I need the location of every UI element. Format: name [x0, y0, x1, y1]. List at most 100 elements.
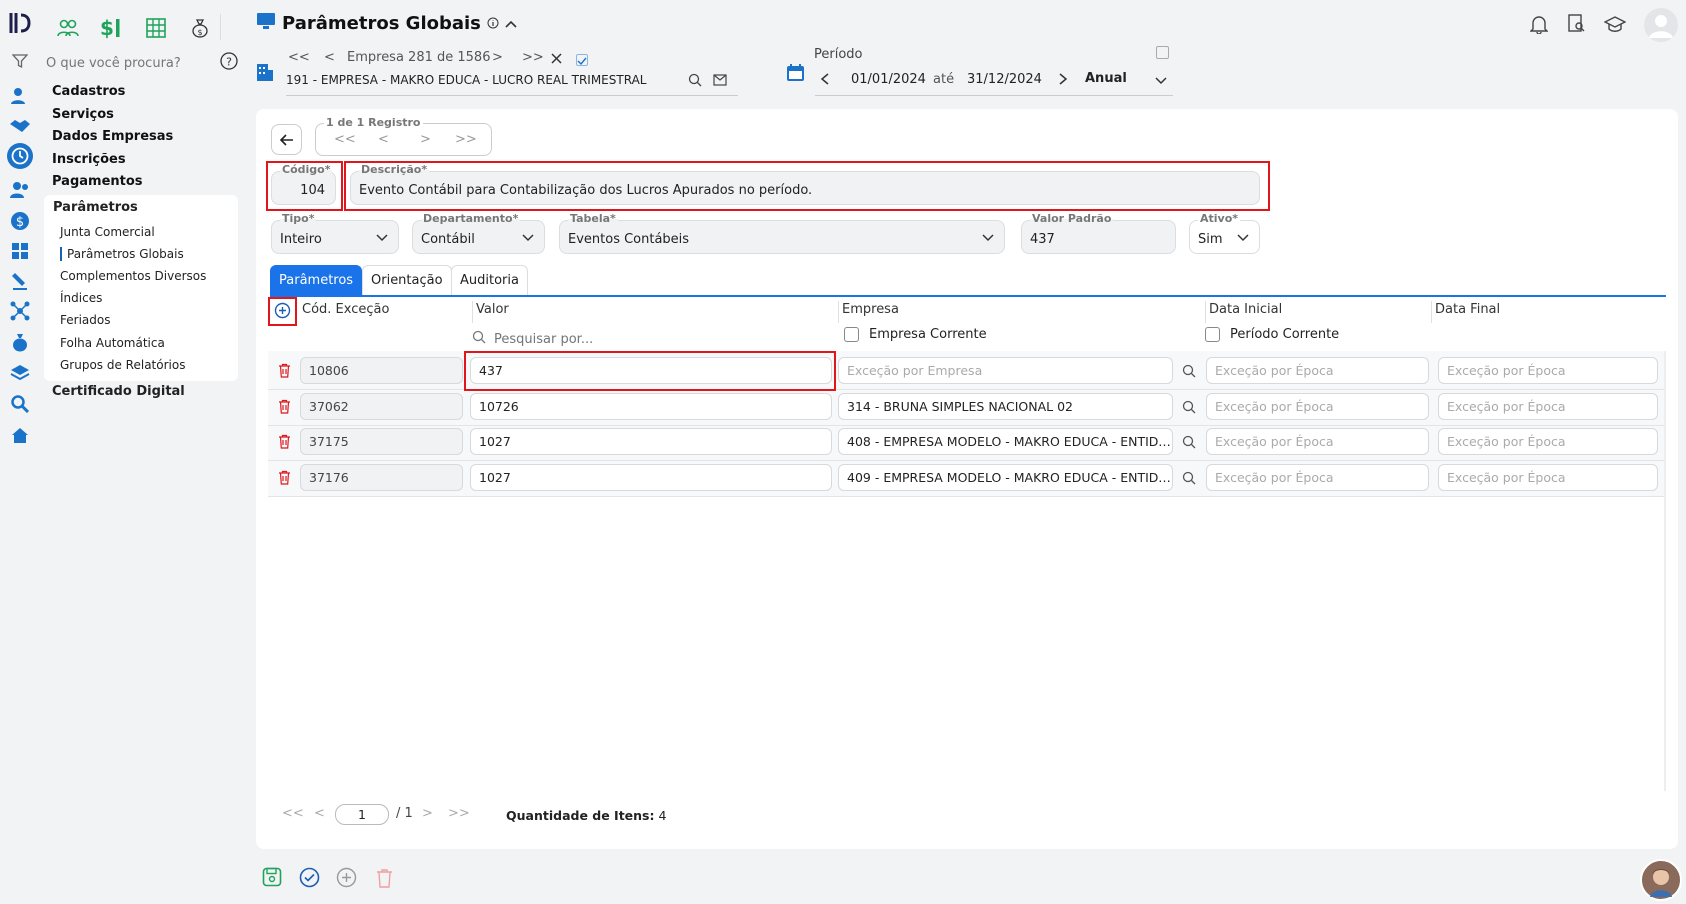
- data-final-cell[interactable]: Exceção por Época: [1438, 428, 1658, 455]
- dollar-icon[interactable]: $: [7, 208, 33, 234]
- delete-row-icon[interactable]: [278, 399, 291, 418]
- dollar-module-icon[interactable]: $: [96, 14, 124, 42]
- people-module-icon[interactable]: [54, 14, 82, 42]
- period-type-select[interactable]: Anual: [1085, 71, 1127, 86]
- periodo-prev-icon[interactable]: [820, 73, 830, 89]
- pager-prev[interactable]: <: [314, 806, 325, 821]
- empresa-search-icon[interactable]: [1182, 471, 1196, 489]
- info-icon[interactable]: [487, 13, 499, 34]
- data-final-cell[interactable]: Exceção por Época: [1438, 393, 1658, 420]
- cod-excecao-cell[interactable]: 37062: [300, 393, 463, 420]
- bell-icon[interactable]: [1529, 14, 1549, 38]
- valor-cell[interactable]: 1027: [470, 464, 832, 491]
- data-inicial-cell[interactable]: Exceção por Época: [1206, 428, 1429, 455]
- submenu-item-complementos-diversos[interactable]: Complementos Diversos: [60, 269, 206, 283]
- back-button[interactable]: [271, 124, 302, 155]
- clock-icon[interactable]: [7, 143, 33, 169]
- tab-auditoria[interactable]: Auditoria: [451, 265, 528, 295]
- submenu-item-indices[interactable]: Índices: [60, 291, 102, 305]
- data-inicial-cell[interactable]: Exceção por Época: [1206, 464, 1429, 491]
- periodo-corrente-option[interactable]: Período Corrente: [1205, 327, 1339, 342]
- periodo-corrente-checkbox[interactable]: [1205, 327, 1220, 342]
- delete-button[interactable]: [376, 868, 393, 892]
- network-icon[interactable]: [7, 298, 33, 324]
- sidebar-search-input[interactable]: [46, 55, 216, 71]
- delete-row-icon[interactable]: [278, 363, 291, 382]
- sidebar-item-servicos[interactable]: Serviços: [52, 104, 242, 127]
- tab-orientacao[interactable]: Orientação: [362, 265, 452, 295]
- people-icon[interactable]: [7, 177, 33, 203]
- scrollbar-track[interactable]: [1664, 351, 1666, 791]
- company-search-icon[interactable]: [688, 73, 702, 91]
- empresa-cell[interactable]: 409 - EMPRESA MODELO - MAKRO EDUCA - ENT…: [838, 464, 1173, 491]
- date-end[interactable]: 31/12/2024: [967, 72, 1042, 87]
- mail-icon[interactable]: [713, 74, 727, 90]
- sidebar-item-pagamentos[interactable]: Pagamentos: [52, 171, 242, 194]
- record-next[interactable]: >: [420, 132, 431, 147]
- handshake-icon[interactable]: [7, 113, 33, 139]
- empresa-cell[interactable]: Exceção por Empresa: [838, 357, 1173, 384]
- nav-first-empresa[interactable]: <<: [288, 50, 310, 65]
- data-inicial-cell[interactable]: Exceção por Época: [1206, 393, 1429, 420]
- graduation-cap-icon[interactable]: [1603, 14, 1627, 38]
- submenu-item-grupos-relatorios[interactable]: Grupos de Relatórios: [60, 358, 185, 372]
- help-icon[interactable]: ?: [220, 52, 238, 74]
- nav-last-empresa[interactable]: >>: [522, 50, 544, 65]
- data-final-cell[interactable]: Exceção por Época: [1438, 464, 1658, 491]
- submenu-item-folha-automatica[interactable]: Folha Automática: [60, 336, 165, 350]
- cod-excecao-cell[interactable]: 37176: [300, 464, 463, 491]
- data-final-cell[interactable]: Exceção por Época: [1438, 357, 1658, 384]
- home-icon[interactable]: [7, 422, 33, 448]
- data-inicial-cell[interactable]: Exceção por Época: [1206, 357, 1429, 384]
- cod-excecao-cell[interactable]: 37175: [300, 428, 463, 455]
- valor-cell[interactable]: 1027: [470, 428, 832, 455]
- document-search-icon[interactable]: [1568, 14, 1586, 38]
- layers-icon[interactable]: [7, 360, 33, 386]
- pen-icon[interactable]: [7, 268, 33, 294]
- chevron-down-icon[interactable]: [1155, 74, 1167, 89]
- empresa-checkbox[interactable]: [576, 54, 588, 66]
- empresa-search-icon[interactable]: [1182, 364, 1196, 382]
- money-bag-module-icon[interactable]: $: [186, 14, 214, 42]
- sidebar-item-cadastros[interactable]: Cadastros: [52, 81, 242, 104]
- pager-last[interactable]: >>: [448, 806, 470, 821]
- valor-cell[interactable]: 10726: [470, 393, 832, 420]
- pager-page-input[interactable]: 1: [335, 804, 389, 825]
- delete-row-icon[interactable]: [278, 470, 291, 489]
- save-button[interactable]: [262, 867, 282, 891]
- valor-padrao-field[interactable]: Valor Padrão 437: [1021, 212, 1176, 254]
- sidebar-item-inscricoes[interactable]: Inscrições: [52, 149, 242, 172]
- record-first[interactable]: <<: [334, 132, 356, 147]
- sidebar-item-certificado-digital[interactable]: Certificado Digital: [52, 384, 185, 399]
- ativo-select[interactable]: Ativo* Sim: [1189, 212, 1260, 254]
- chevron-up-icon[interactable]: [505, 13, 517, 34]
- valor-search-input[interactable]: [494, 331, 814, 347]
- close-icon[interactable]: [551, 53, 562, 68]
- submenu-item-parametros-globais[interactable]: Parâmetros Globais: [60, 247, 184, 261]
- tipo-select[interactable]: Tipo* Inteiro: [271, 212, 399, 254]
- tabela-select[interactable]: Tabela* Eventos Contábeis: [559, 212, 1005, 254]
- record-prev[interactable]: <: [378, 132, 389, 147]
- confirm-button[interactable]: [299, 867, 320, 892]
- date-start[interactable]: 01/01/2024: [851, 72, 926, 87]
- calculator-icon[interactable]: [7, 238, 33, 264]
- departamento-select[interactable]: Departamento* Contábil: [412, 212, 545, 254]
- empresa-search-icon[interactable]: [1182, 400, 1196, 418]
- submenu-item-feriados[interactable]: Feriados: [60, 313, 110, 327]
- users-cadastros-icon[interactable]: [7, 83, 33, 109]
- empresa-cell[interactable]: 314 - BRUNA SIMPLES NACIONAL 02: [838, 393, 1173, 420]
- submenu-title[interactable]: Parâmetros: [53, 200, 138, 215]
- sidebar-item-dados-empresas[interactable]: Dados Empresas: [52, 126, 242, 149]
- periodo-checkbox[interactable]: [1156, 46, 1169, 59]
- pager-next[interactable]: >: [422, 806, 433, 821]
- assistant-avatar[interactable]: [1640, 859, 1682, 901]
- user-avatar[interactable]: [1644, 8, 1678, 42]
- empresa-search-icon[interactable]: [1182, 435, 1196, 453]
- add-button[interactable]: [336, 867, 357, 892]
- pager-first[interactable]: <<: [282, 806, 304, 821]
- nav-next-empresa[interactable]: >: [492, 50, 503, 65]
- money-bag-icon[interactable]: [7, 329, 33, 355]
- empresa-corrente-checkbox[interactable]: [844, 327, 859, 342]
- search-rail-icon[interactable]: [7, 391, 33, 417]
- submenu-item-junta-comercial[interactable]: Junta Comercial: [60, 225, 155, 239]
